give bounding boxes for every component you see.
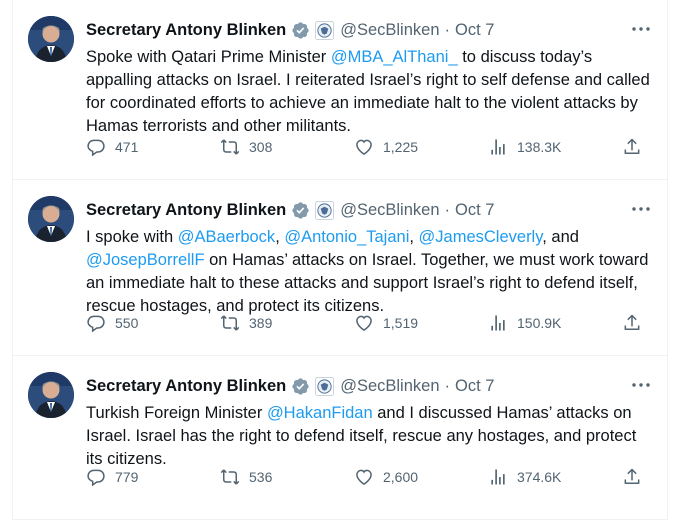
reply-count: 550: [115, 315, 139, 331]
avatar[interactable]: [28, 196, 74, 242]
tweet[interactable]: Secretary Antony Blinken @SecBlinken · O…: [12, 0, 668, 180]
views-icon: [491, 139, 505, 155]
author-name[interactable]: Secretary Antony Blinken: [86, 377, 286, 396]
mention-link[interactable]: @JamesCleverly: [419, 228, 543, 246]
separator-dot: ·: [444, 376, 451, 395]
views-button[interactable]: 150.9K: [488, 313, 561, 333]
view-count: 138.3K: [517, 139, 562, 155]
repost-icon: [220, 469, 240, 485]
tweet-text-run: Turkish Foreign Minister: [86, 404, 267, 422]
tweet-date[interactable]: Oct 7: [455, 201, 494, 220]
share-button[interactable]: [622, 137, 642, 157]
views-button[interactable]: 374.6K: [488, 467, 561, 487]
tweet-date[interactable]: Oct 7: [455, 377, 494, 396]
share-icon: [624, 138, 640, 154]
reply-icon: [87, 315, 105, 333]
share-button[interactable]: [622, 467, 642, 487]
like-icon: [356, 315, 372, 331]
tweet-text: Turkish Foreign Minister @HakanFidan and…: [86, 402, 654, 471]
author-name[interactable]: Secretary Antony Blinken: [86, 21, 286, 40]
views-icon: [491, 469, 505, 485]
tweet-text: Spoke with Qatari Prime Minister @MBA_Al…: [86, 46, 654, 138]
like-button[interactable]: 2,600: [354, 467, 418, 487]
tweet[interactable]: Secretary Antony Blinken @SecBlinken · O…: [12, 356, 668, 520]
avatar[interactable]: [28, 372, 74, 418]
state-department-seal-icon[interactable]: [315, 20, 335, 40]
views-button[interactable]: 138.3K: [488, 137, 561, 157]
like-button[interactable]: 1,519: [354, 313, 418, 333]
tweet-header: Secretary Antony Blinken @SecBlinken · O…: [86, 16, 654, 44]
state-department-seal-icon[interactable]: [315, 200, 335, 220]
author-handle[interactable]: @SecBlinken: [340, 201, 439, 220]
repost-button[interactable]: 389: [220, 313, 272, 333]
like-count: 1,519: [383, 315, 419, 331]
verified-badge-icon[interactable]: [291, 377, 310, 396]
reply-count: 471: [115, 139, 139, 155]
repost-count: 536: [249, 469, 273, 485]
share-button[interactable]: [622, 313, 642, 333]
like-count: 1,225: [383, 139, 419, 155]
separator-dot: ·: [444, 200, 451, 219]
like-button[interactable]: 1,225: [354, 137, 418, 157]
view-count: 374.6K: [517, 469, 562, 485]
repost-count: 308: [249, 139, 273, 155]
repost-count: 389: [249, 315, 273, 331]
mention-link[interactable]: @JosepBorrellF: [86, 251, 205, 269]
tweet-text-run: Spoke with Qatari Prime Minister: [86, 48, 331, 66]
author-name[interactable]: Secretary Antony Blinken: [86, 201, 286, 220]
tweet-text-run: I spoke with: [86, 228, 178, 246]
verified-badge-icon[interactable]: [291, 21, 310, 40]
state-department-seal-icon[interactable]: [315, 376, 335, 396]
repost-button[interactable]: 536: [220, 467, 272, 487]
mention-link[interactable]: @HakanFidan: [267, 404, 373, 422]
tweet-date[interactable]: Oct 7: [455, 21, 494, 40]
more-icon[interactable]: [630, 378, 652, 392]
verified-badge-icon[interactable]: [291, 201, 310, 220]
more-icon[interactable]: [630, 22, 652, 36]
mention-link[interactable]: @Antonio_Tajani: [284, 228, 409, 246]
share-icon: [624, 314, 640, 330]
tweet[interactable]: Secretary Antony Blinken @SecBlinken · O…: [12, 180, 668, 356]
tweet-header: Secretary Antony Blinken @SecBlinken · O…: [86, 372, 654, 400]
views-icon: [491, 315, 505, 331]
reply-button[interactable]: 779: [86, 467, 138, 487]
share-icon: [624, 468, 640, 484]
author-handle[interactable]: @SecBlinken: [340, 21, 439, 40]
tweet-text-run: ,: [409, 228, 419, 246]
like-count: 2,600: [383, 469, 419, 485]
like-icon: [356, 139, 372, 155]
tweet-text: I spoke with @ABaerbock, @Antonio_Tajani…: [86, 226, 654, 318]
reply-icon: [87, 139, 105, 157]
avatar[interactable]: [28, 16, 74, 62]
view-count: 150.9K: [517, 315, 562, 331]
reply-button[interactable]: 550: [86, 313, 138, 333]
reply-icon: [87, 469, 105, 487]
more-icon[interactable]: [630, 202, 652, 216]
tweet-text-run: ,: [275, 228, 285, 246]
like-icon: [356, 469, 372, 485]
repost-button[interactable]: 308: [220, 137, 272, 157]
mention-link[interactable]: @ABaerbock: [178, 228, 275, 246]
repost-icon: [220, 315, 240, 331]
reply-count: 779: [115, 469, 139, 485]
reply-button[interactable]: 471: [86, 137, 138, 157]
tweet-text-run: , and: [542, 228, 579, 246]
mention-link[interactable]: @MBA_AlThani_: [331, 48, 458, 66]
repost-icon: [220, 139, 240, 155]
author-handle[interactable]: @SecBlinken: [340, 377, 439, 396]
tweet-header: Secretary Antony Blinken @SecBlinken · O…: [86, 196, 654, 224]
separator-dot: ·: [444, 20, 451, 39]
